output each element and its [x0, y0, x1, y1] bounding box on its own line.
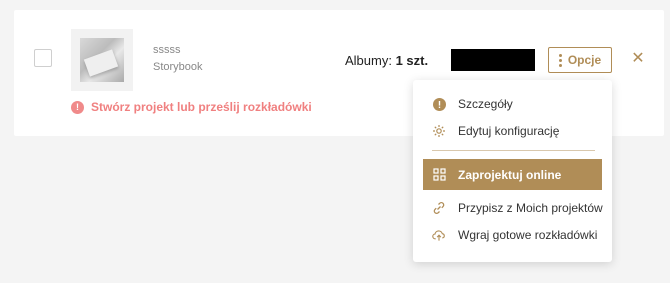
info-icon: [432, 97, 446, 111]
menu-item-assign-project[interactable]: Przypisz z Moich projektów: [413, 197, 612, 219]
gear-icon: [432, 124, 446, 138]
menu-item-edit-config[interactable]: Edytuj konfigurację: [413, 120, 612, 142]
menu-item-label: Wgraj gotowe rozkładówki: [458, 228, 598, 242]
options-dropdown-menu: Szczegóły Edytuj konfigurację Zaprojektu…: [413, 80, 612, 262]
project-name: sssss: [153, 44, 181, 56]
warning-message: ! Stwórz projekt lub prześlij rozkładówk…: [71, 100, 312, 114]
albums-label: Albumy:: [345, 53, 392, 68]
select-checkbox[interactable]: [34, 49, 52, 67]
kebab-menu-icon: [558, 53, 562, 67]
menu-item-label: Edytuj konfigurację: [458, 124, 560, 138]
menu-item-design-online[interactable]: Zaprojektuj online: [423, 159, 602, 190]
exclamation-icon: !: [71, 100, 84, 114]
grid-icon: [432, 168, 446, 182]
project-thumbnail[interactable]: [71, 29, 133, 91]
album-preview-image: [80, 38, 124, 82]
menu-item-label: Przypisz z Moich projektów: [458, 201, 603, 215]
link-icon: [432, 201, 446, 215]
menu-item-upload-spreads[interactable]: Wgraj gotowe rozkładówki: [413, 224, 612, 246]
close-icon[interactable]: ✕: [631, 51, 645, 67]
redacted-block: [451, 49, 535, 71]
cloud-upload-icon: [432, 228, 446, 242]
albums-value: 1 szt.: [395, 53, 429, 68]
menu-item-label: Szczegóły: [458, 97, 513, 111]
project-type: Storybook: [153, 61, 203, 73]
albums-count: Albumy: 1 szt.: [345, 53, 428, 68]
menu-item-label: Zaprojektuj online: [458, 167, 562, 182]
menu-item-details[interactable]: Szczegóły: [413, 93, 612, 115]
menu-divider: [432, 150, 595, 151]
warning-text: Stwórz projekt lub prześlij rozkładówki: [91, 100, 312, 114]
options-button[interactable]: Opcje: [548, 47, 612, 73]
options-label: Opcje: [567, 53, 602, 67]
